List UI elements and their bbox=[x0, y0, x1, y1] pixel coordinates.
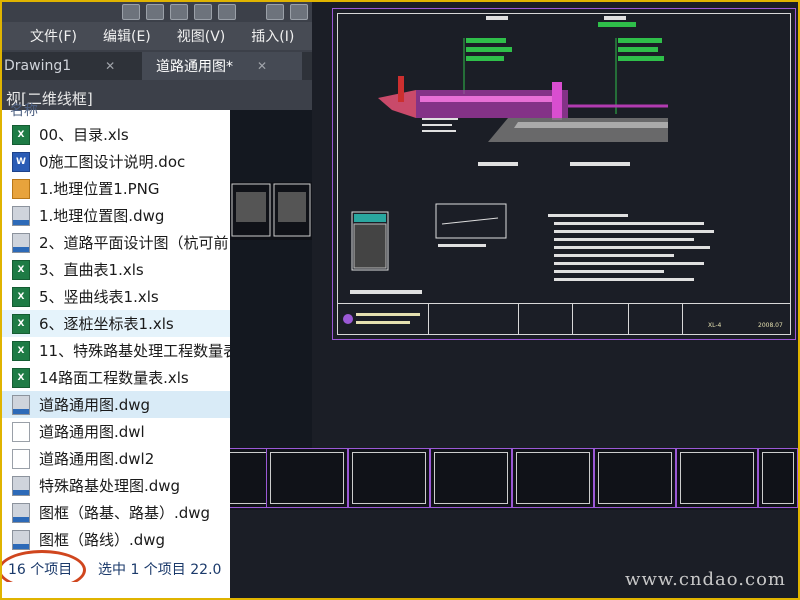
file-list-panel: 名称 X 00、目录.xls W 0施工图设计说明.doc 1.地理位置1.PN… bbox=[2, 103, 230, 580]
dwg-file-icon bbox=[12, 475, 30, 496]
file-name: 特殊路基处理图.dwg bbox=[39, 477, 181, 495]
menu-edit[interactable]: 编辑(E) bbox=[103, 26, 151, 46]
file-name: 1.地理位置1.PNG bbox=[39, 180, 160, 198]
layout-thumbnail[interactable] bbox=[430, 448, 512, 508]
list-item[interactable]: 图框（路线）.dwg bbox=[2, 526, 230, 553]
file-name: 1.地理位置图.dwg bbox=[39, 207, 165, 225]
file-name: 11、特殊路基处理工程数量表 bbox=[39, 342, 230, 360]
generic-file-icon bbox=[12, 448, 30, 469]
layout-thumbnail[interactable] bbox=[348, 448, 430, 508]
redo-icon[interactable] bbox=[218, 4, 236, 20]
list-item[interactable]: 道路通用图.dwg bbox=[2, 391, 230, 418]
layout-thumbnail[interactable] bbox=[676, 448, 758, 508]
menu-view[interactable]: 视图(V) bbox=[177, 26, 226, 46]
word-file-icon: W bbox=[12, 151, 30, 172]
cad-app-header: 文件(F) 编辑(E) 视图(V) 插入(I) Drawing1 ✕ 道路通用图… bbox=[2, 2, 312, 110]
file-name: 道路通用图.dwl2 bbox=[39, 450, 155, 468]
excel-file-icon: X bbox=[12, 259, 30, 280]
list-item[interactable]: X 3、直曲表1.xls bbox=[2, 256, 230, 283]
tab-label: Drawing1 bbox=[4, 58, 72, 74]
layout-thumbnail[interactable] bbox=[266, 448, 348, 508]
file-name: 2、道路平面设计图（杭可前 bbox=[39, 234, 229, 252]
dwg-file-icon bbox=[12, 502, 30, 523]
sheet-border: XL-4 2008.07 bbox=[337, 13, 791, 335]
list-item[interactable]: X 5、竖曲线表1.xls bbox=[2, 283, 230, 310]
print-icon[interactable] bbox=[170, 4, 188, 20]
company-logo bbox=[343, 313, 420, 324]
list-item[interactable]: 道路通用图.dwl bbox=[2, 418, 230, 445]
panel-bottom bbox=[2, 582, 230, 598]
file-name: 道路通用图.dwg bbox=[39, 396, 151, 414]
file-name: 0施工图设计说明.doc bbox=[39, 153, 186, 171]
dwg-file-icon bbox=[12, 529, 30, 550]
file-name: 5、竖曲线表1.xls bbox=[39, 288, 159, 306]
tab-road-general[interactable]: 道路通用图* ✕ bbox=[142, 52, 302, 80]
list-item[interactable]: 1.地理位置1.PNG bbox=[2, 175, 230, 202]
list-item[interactable]: W 0施工图设计说明.doc bbox=[2, 148, 230, 175]
file-name: 道路通用图.dwl bbox=[39, 423, 145, 441]
list-item[interactable]: X 11、特殊路基处理工程数量表 bbox=[2, 337, 230, 364]
layout-thumbnail[interactable] bbox=[512, 448, 594, 508]
open-icon[interactable] bbox=[122, 4, 140, 20]
layout-thumbnail[interactable] bbox=[758, 448, 798, 508]
save-icon[interactable] bbox=[146, 4, 164, 20]
drawing-sheet: XL-4 2008.07 bbox=[332, 8, 796, 340]
quick-access-toolbar bbox=[2, 2, 312, 22]
dwg-file-icon bbox=[12, 394, 30, 415]
excel-file-icon: X bbox=[12, 286, 30, 307]
file-name: 图框（路基、路基）.dwg bbox=[39, 504, 211, 522]
column-header-name[interactable]: 名称 bbox=[10, 100, 38, 120]
watermark: www.cndao.com bbox=[625, 569, 786, 590]
excel-file-icon: X bbox=[12, 313, 30, 334]
layout-thumbnails bbox=[224, 448, 798, 510]
title-block: XL-4 2008.07 bbox=[338, 303, 790, 334]
menu-bar: 文件(F) 编辑(E) 视图(V) 插入(I) bbox=[2, 22, 312, 50]
selection-info: 选中 1 个项目 22.0 bbox=[98, 562, 222, 578]
tab-label: 道路通用图* bbox=[156, 59, 233, 75]
close-icon[interactable]: ✕ bbox=[105, 59, 115, 73]
close-icon[interactable]: ✕ bbox=[257, 59, 267, 73]
undo-icon[interactable] bbox=[194, 4, 212, 20]
layout-thumbnail[interactable] bbox=[230, 182, 312, 240]
tab-drawing1[interactable]: Drawing1 ✕ bbox=[2, 52, 142, 80]
list-item[interactable]: 图框（路基、路基）.dwg bbox=[2, 499, 230, 526]
file-name: 14路面工程数量表.xls bbox=[39, 369, 189, 387]
list-item[interactable]: X 6、逐桩坐标表1.xls bbox=[2, 310, 230, 337]
menu-file[interactable]: 文件(F) bbox=[30, 26, 77, 46]
sheet-number: XL-4 bbox=[708, 322, 722, 329]
dwg-file-icon bbox=[12, 232, 30, 253]
file-name: 3、直曲表1.xls bbox=[39, 261, 144, 279]
canvas-bottom-area: www.cndao.com bbox=[230, 510, 798, 598]
list-item[interactable]: 特殊路基处理图.dwg bbox=[2, 472, 230, 499]
generic-file-icon bbox=[12, 421, 30, 442]
dwg-file-icon bbox=[12, 205, 30, 226]
file-name: 00、目录.xls bbox=[39, 126, 129, 144]
dropdown-icon[interactable] bbox=[290, 4, 308, 20]
excel-file-icon: X bbox=[12, 124, 30, 145]
file-name: 6、逐桩坐标表1.xls bbox=[39, 315, 174, 333]
document-tabs: Drawing1 ✕ 道路通用图* ✕ bbox=[2, 52, 312, 80]
layout-thumbnail[interactable] bbox=[594, 448, 676, 508]
list-item[interactable]: 2、道路平面设计图（杭可前 bbox=[2, 229, 230, 256]
image-file-icon bbox=[12, 178, 30, 199]
list-item[interactable]: 道路通用图.dwl2 bbox=[2, 445, 230, 472]
share-icon[interactable] bbox=[266, 4, 284, 20]
drawing-canvas[interactable]: XL-4 2008.07 bbox=[312, 2, 798, 448]
file-name: 图框（路线）.dwg bbox=[39, 531, 166, 549]
road-section-drawing bbox=[350, 16, 714, 294]
drawing-date: 2008.07 bbox=[758, 322, 783, 329]
menu-insert[interactable]: 插入(I) bbox=[251, 26, 294, 46]
list-item[interactable]: 1.地理位置图.dwg bbox=[2, 202, 230, 229]
excel-file-icon: X bbox=[12, 340, 30, 361]
list-item[interactable]: X 14路面工程数量表.xls bbox=[2, 364, 230, 391]
list-item[interactable]: X 00、目录.xls bbox=[2, 121, 230, 148]
excel-file-icon: X bbox=[12, 367, 30, 388]
screenshot-frame: 文件(F) 编辑(E) 视图(V) 插入(I) Drawing1 ✕ 道路通用图… bbox=[0, 0, 800, 600]
